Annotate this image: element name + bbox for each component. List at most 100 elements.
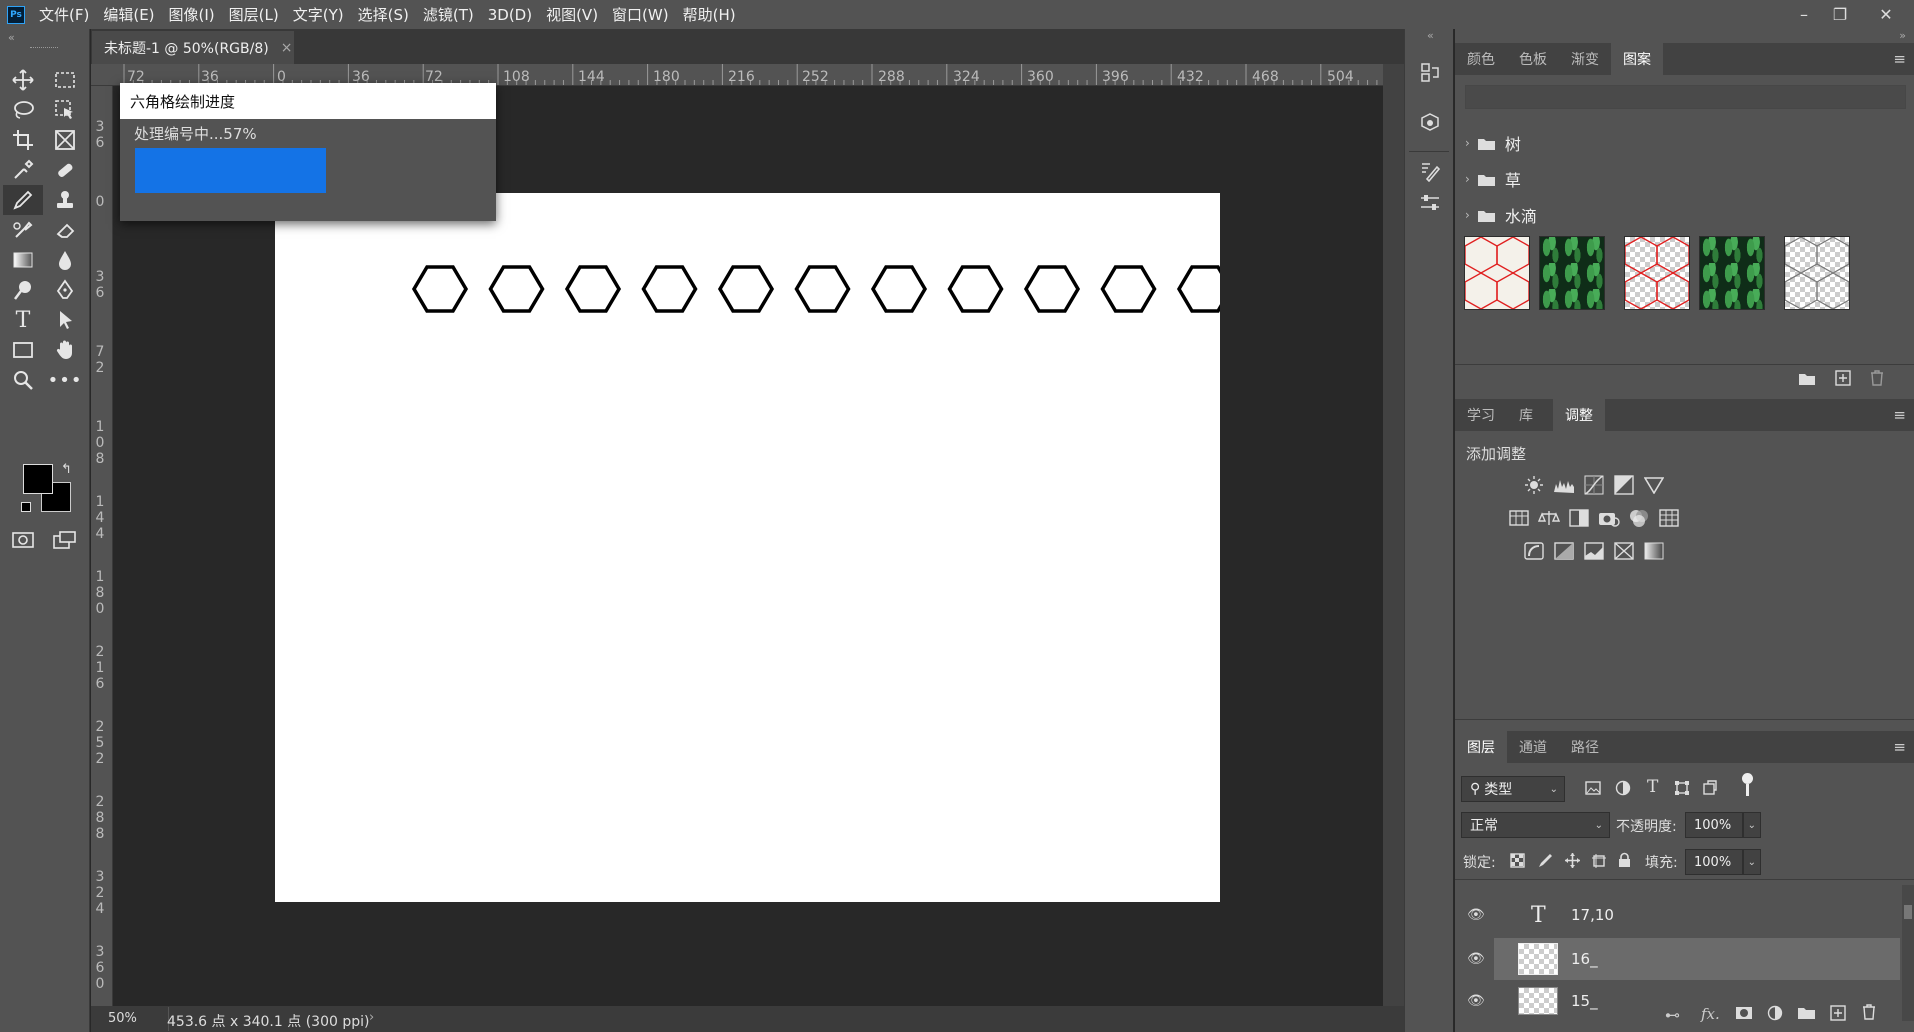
pattern-group-water[interactable]: › 水滴 (1455, 197, 1914, 233)
channel-mixer-icon[interactable] (1627, 507, 1651, 529)
hand-tool-icon[interactable] (49, 335, 81, 365)
layer-name[interactable]: 17,10 (1571, 906, 1614, 924)
brush-tool-icon[interactable] (3, 185, 43, 215)
pattern-thumb-leaves[interactable] (1539, 236, 1605, 310)
menu-view[interactable]: 视图(V) (546, 4, 598, 25)
pattern-group-tree[interactable]: › 树 (1455, 125, 1914, 161)
default-colors-icon[interactable] (21, 502, 31, 512)
healing-brush-tool-icon[interactable] (49, 155, 81, 185)
vibrance-icon[interactable] (1642, 474, 1666, 496)
curves-icon[interactable] (1582, 474, 1606, 496)
pattern-group-grass[interactable]: › 草 (1455, 161, 1914, 197)
path-selection-tool-icon[interactable] (49, 305, 81, 335)
gradient-tool-icon[interactable] (7, 245, 39, 275)
tab-swatches[interactable]: 色板 (1507, 43, 1559, 75)
lock-all-icon[interactable] (1618, 852, 1631, 868)
minimize-button[interactable]: – (1786, 0, 1822, 29)
tab-learn[interactable]: 学习 (1455, 399, 1507, 431)
pen-tool-icon[interactable] (49, 275, 81, 305)
filter-shape-icon[interactable] (1674, 780, 1690, 796)
add-mask-icon[interactable] (1735, 1006, 1753, 1020)
lasso-tool-icon[interactable] (7, 95, 39, 125)
exposure-icon[interactable] (1612, 474, 1636, 496)
new-group-folder-icon[interactable] (1798, 1006, 1815, 1020)
panel-menu-icon[interactable]: ≡ (1893, 406, 1906, 424)
layer-style-icon[interactable]: fx. (1701, 1005, 1720, 1023)
layer-row[interactable]: 👁 16_ (1455, 938, 1900, 980)
menu-window[interactable]: 窗口(W) (612, 4, 669, 25)
selective-color-icon[interactable] (1612, 540, 1636, 562)
visibility-eye-icon[interactable]: 👁 (1467, 907, 1485, 923)
menu-layer[interactable]: 图层(L) (229, 4, 279, 25)
menu-help[interactable]: 帮助(H) (683, 4, 736, 25)
clone-stamp-tool-icon[interactable] (49, 185, 81, 215)
tab-patterns[interactable]: 图案 (1611, 43, 1663, 75)
toolbar-collapse-icon[interactable]: « (8, 31, 15, 44)
gradient-map-icon[interactable] (1642, 540, 1666, 562)
posterize-icon[interactable] (1552, 540, 1576, 562)
swap-colors-icon[interactable]: ↰ (61, 462, 72, 477)
hue-saturation-icon[interactable] (1507, 507, 1531, 529)
layers-scrollbar[interactable] (1902, 885, 1914, 1021)
opacity-dropdown[interactable]: ⌄ (1743, 812, 1761, 838)
black-white-icon[interactable] (1567, 507, 1591, 529)
pattern-thumb-red-hex-transparent[interactable] (1624, 236, 1690, 310)
3d-panel-icon[interactable] (1415, 109, 1445, 137)
marquee-tool-icon[interactable] (49, 65, 81, 95)
color-balance-icon[interactable] (1537, 507, 1561, 529)
menu-file[interactable]: 文件(F) (39, 4, 89, 25)
screen-mode-icon[interactable] (49, 525, 81, 555)
pattern-thumb-leaves-2[interactable] (1699, 236, 1765, 310)
new-pattern-icon[interactable] (1835, 370, 1851, 386)
document-info-arrow-icon[interactable]: › (369, 1010, 374, 1025)
new-adjustment-icon[interactable] (1767, 1005, 1783, 1021)
tab-gradients[interactable]: 渐变 (1559, 43, 1611, 75)
eraser-tool-icon[interactable] (49, 215, 81, 245)
quick-mask-icon[interactable] (7, 525, 39, 555)
menu-image[interactable]: 图像(I) (169, 4, 215, 25)
close-button[interactable]: ✕ (1868, 0, 1904, 29)
tab-paths[interactable]: 路径 (1559, 731, 1611, 763)
photo-filter-icon[interactable] (1597, 507, 1621, 529)
properties-panel-icon[interactable] (1415, 189, 1445, 217)
tab-libraries[interactable]: 库 (1507, 399, 1545, 431)
delete-layer-icon[interactable] (1862, 1004, 1876, 1020)
filter-pixel-icon[interactable] (1585, 781, 1601, 795)
pattern-thumb-red-hex[interactable] (1464, 236, 1530, 310)
layer-name[interactable]: 16_ (1571, 950, 1598, 968)
tab-channels[interactable]: 通道 (1507, 731, 1559, 763)
brightness-icon[interactable] (1522, 474, 1546, 496)
color-lookup-icon[interactable] (1657, 507, 1681, 529)
lock-artboard-icon[interactable] (1591, 853, 1607, 869)
panel-menu-icon[interactable]: ≡ (1893, 738, 1906, 756)
filter-type-icon[interactable]: T (1647, 777, 1658, 797)
canvas-scrollbar[interactable] (1383, 64, 1404, 1006)
threshold-icon[interactable] (1582, 540, 1606, 562)
brush-settings-icon[interactable] (1415, 157, 1445, 185)
restore-button[interactable]: ❐ (1822, 0, 1858, 29)
tab-color[interactable]: 颜色 (1455, 43, 1507, 75)
object-select-tool-icon[interactable] (49, 95, 81, 125)
layer-name[interactable]: 15_ (1571, 992, 1598, 1010)
history-panel-icon[interactable] (1415, 59, 1445, 87)
move-tool-icon[interactable] (7, 65, 39, 95)
layer-filter-dropdown[interactable]: ⚲ 类型 ⌄ (1461, 776, 1565, 802)
menu-select[interactable]: 选择(S) (358, 4, 409, 25)
new-layer-icon[interactable] (1830, 1005, 1846, 1021)
opacity-input[interactable]: 100% (1685, 812, 1743, 838)
lock-image-icon[interactable] (1537, 853, 1553, 869)
pattern-thumb-gray-hex[interactable] (1784, 236, 1850, 310)
document-tab-close-icon[interactable]: × (281, 40, 293, 56)
pattern-search-input[interactable] (1465, 85, 1906, 109)
lock-transparent-icon[interactable] (1510, 853, 1525, 868)
fill-input[interactable]: 100% (1685, 849, 1743, 875)
invert-icon[interactable] (1522, 540, 1546, 562)
filter-smart-object-icon[interactable] (1702, 780, 1718, 796)
canvas-area[interactable] (113, 86, 1383, 1006)
dodge-tool-icon[interactable] (7, 275, 39, 305)
menu-edit[interactable]: 编辑(E) (103, 4, 154, 25)
type-tool-icon[interactable]: T (7, 305, 39, 335)
frame-tool-icon[interactable] (49, 125, 81, 155)
visibility-eye-icon[interactable]: 👁 (1467, 993, 1485, 1009)
layer-row[interactable]: 👁 T 17,10 (1455, 894, 1900, 936)
